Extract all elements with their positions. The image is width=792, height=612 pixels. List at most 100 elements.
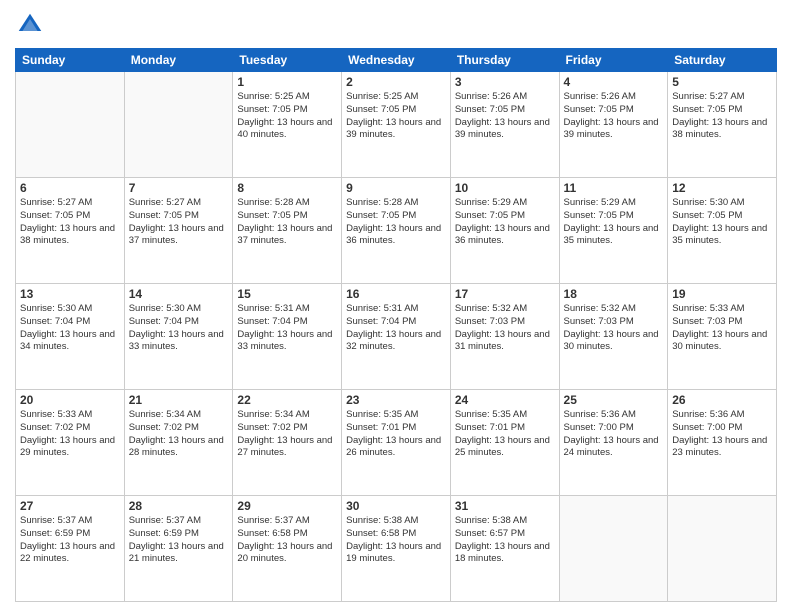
day-info: Sunrise: 5:36 AMSunset: 7:00 PMDaylight:…: [564, 409, 664, 460]
day-info: Sunrise: 5:34 AMSunset: 7:02 PMDaylight:…: [237, 409, 337, 460]
day-number: 28: [129, 499, 229, 513]
day-number: 8: [237, 181, 337, 195]
calendar-cell: [16, 72, 125, 178]
day-info: Sunrise: 5:27 AMSunset: 7:05 PMDaylight:…: [20, 197, 120, 248]
day-number: 30: [346, 499, 446, 513]
day-info: Sunrise: 5:26 AMSunset: 7:05 PMDaylight:…: [455, 91, 555, 142]
calendar-cell: 8 Sunrise: 5:28 AMSunset: 7:05 PMDaylight…: [233, 178, 342, 284]
calendar-week-3: 13 Sunrise: 5:30 AMSunset: 7:04 PMDayligh…: [16, 284, 777, 390]
calendar-cell: 26 Sunrise: 5:36 AMSunset: 7:00 PMDayligh…: [668, 390, 777, 496]
calendar-cell: 1 Sunrise: 5:25 AMSunset: 7:05 PMDaylight…: [233, 72, 342, 178]
calendar-header-wednesday: Wednesday: [342, 49, 451, 72]
day-info: Sunrise: 5:32 AMSunset: 7:03 PMDaylight:…: [455, 303, 555, 354]
calendar-cell: 25Sunrise: 5:36 AMSunset: 7:00 PMDayligh…: [559, 390, 668, 496]
day-number: 1: [237, 75, 337, 89]
day-number: 24: [455, 393, 555, 407]
day-number: 2: [346, 75, 446, 89]
day-number: 12: [672, 181, 772, 195]
calendar-week-5: 27 Sunrise: 5:37 AMSunset: 6:59 PMDayligh…: [16, 496, 777, 602]
calendar-cell: [559, 496, 668, 602]
calendar-cell: 27 Sunrise: 5:37 AMSunset: 6:59 PMDayligh…: [16, 496, 125, 602]
day-number: 22: [237, 393, 337, 407]
calendar-cell: 3 Sunrise: 5:26 AMSunset: 7:05 PMDaylight…: [450, 72, 559, 178]
calendar-cell: 7 Sunrise: 5:27 AMSunset: 7:05 PMDaylight…: [124, 178, 233, 284]
calendar-cell: 4 Sunrise: 5:26 AMSunset: 7:05 PMDaylight…: [559, 72, 668, 178]
day-info: Sunrise: 5:28 AMSunset: 7:05 PMDaylight:…: [346, 197, 446, 248]
calendar-cell: 22 Sunrise: 5:34 AMSunset: 7:02 PMDayligh…: [233, 390, 342, 496]
day-number: 18: [564, 287, 664, 301]
day-number: 4: [564, 75, 664, 89]
day-number: 7: [129, 181, 229, 195]
day-info: Sunrise: 5:32 AMSunset: 7:03 PMDaylight:…: [564, 303, 664, 354]
calendar-cell: 30 Sunrise: 5:38 AMSunset: 6:58 PMDayligh…: [342, 496, 451, 602]
calendar-header-sunday: Sunday: [16, 49, 125, 72]
day-info: Sunrise: 5:27 AMSunset: 7:05 PMDaylight:…: [672, 91, 772, 142]
day-number: 9: [346, 181, 446, 195]
calendar-cell: 13Sunrise: 5:30 AMSunset: 7:04 PMDayligh…: [16, 284, 125, 390]
calendar-cell: 10 Sunrise: 5:29 AMSunset: 7:05 PMDayligh…: [450, 178, 559, 284]
day-number: 10: [455, 181, 555, 195]
calendar-cell: 20 Sunrise: 5:33 AMSunset: 7:02 PMDayligh…: [16, 390, 125, 496]
calendar-cell: 21 Sunrise: 5:34 AMSunset: 7:02 PMDayligh…: [124, 390, 233, 496]
day-number: 21: [129, 393, 229, 407]
day-number: 31: [455, 499, 555, 513]
day-info: Sunrise: 5:29 AMSunset: 7:05 PMDaylight:…: [455, 197, 555, 248]
page: SundayMondayTuesdayWednesdayThursdayFrid…: [0, 0, 792, 612]
day-number: 27: [20, 499, 120, 513]
day-info: Sunrise: 5:37 AMSunset: 6:58 PMDaylight:…: [237, 515, 337, 566]
calendar-cell: 29Sunrise: 5:37 AMSunset: 6:58 PMDayligh…: [233, 496, 342, 602]
calendar-cell: 24Sunrise: 5:35 AMSunset: 7:01 PMDayligh…: [450, 390, 559, 496]
calendar-cell: 31 Sunrise: 5:38 AMSunset: 6:57 PMDayligh…: [450, 496, 559, 602]
calendar-week-1: 1 Sunrise: 5:25 AMSunset: 7:05 PMDaylight…: [16, 72, 777, 178]
day-info: Sunrise: 5:30 AMSunset: 7:05 PMDaylight:…: [672, 197, 772, 248]
day-info: Sunrise: 5:33 AMSunset: 7:02 PMDaylight:…: [20, 409, 120, 460]
calendar-week-4: 20 Sunrise: 5:33 AMSunset: 7:02 PMDayligh…: [16, 390, 777, 496]
calendar-cell: 19Sunrise: 5:33 AMSunset: 7:03 PMDayligh…: [668, 284, 777, 390]
day-info: Sunrise: 5:30 AMSunset: 7:04 PMDaylight:…: [129, 303, 229, 354]
day-info: Sunrise: 5:31 AMSunset: 7:04 PMDaylight:…: [237, 303, 337, 354]
calendar-header-monday: Monday: [124, 49, 233, 72]
calendar-header-thursday: Thursday: [450, 49, 559, 72]
day-number: 19: [672, 287, 772, 301]
calendar-header-tuesday: Tuesday: [233, 49, 342, 72]
day-info: Sunrise: 5:36 AMSunset: 7:00 PMDaylight:…: [672, 409, 772, 460]
calendar-cell: 9 Sunrise: 5:28 AMSunset: 7:05 PMDaylight…: [342, 178, 451, 284]
calendar-cell: 17Sunrise: 5:32 AMSunset: 7:03 PMDayligh…: [450, 284, 559, 390]
calendar: SundayMondayTuesdayWednesdayThursdayFrid…: [15, 48, 777, 602]
day-number: 11: [564, 181, 664, 195]
day-info: Sunrise: 5:28 AMSunset: 7:05 PMDaylight:…: [237, 197, 337, 248]
day-number: 26: [672, 393, 772, 407]
day-number: 3: [455, 75, 555, 89]
day-info: Sunrise: 5:34 AMSunset: 7:02 PMDaylight:…: [129, 409, 229, 460]
day-info: Sunrise: 5:25 AMSunset: 7:05 PMDaylight:…: [237, 91, 337, 142]
day-info: Sunrise: 5:27 AMSunset: 7:05 PMDaylight:…: [129, 197, 229, 248]
logo: [15, 10, 49, 40]
calendar-cell: 14 Sunrise: 5:30 AMSunset: 7:04 PMDayligh…: [124, 284, 233, 390]
day-number: 20: [20, 393, 120, 407]
day-info: Sunrise: 5:26 AMSunset: 7:05 PMDaylight:…: [564, 91, 664, 142]
calendar-header-friday: Friday: [559, 49, 668, 72]
calendar-cell: 2Sunrise: 5:25 AMSunset: 7:05 PMDaylight…: [342, 72, 451, 178]
day-info: Sunrise: 5:31 AMSunset: 7:04 PMDaylight:…: [346, 303, 446, 354]
day-info: Sunrise: 5:38 AMSunset: 6:58 PMDaylight:…: [346, 515, 446, 566]
calendar-cell: [668, 496, 777, 602]
day-number: 15: [237, 287, 337, 301]
day-number: 14: [129, 287, 229, 301]
calendar-header-row: SundayMondayTuesdayWednesdayThursdayFrid…: [16, 49, 777, 72]
day-info: Sunrise: 5:37 AMSunset: 6:59 PMDaylight:…: [129, 515, 229, 566]
day-info: Sunrise: 5:35 AMSunset: 7:01 PMDaylight:…: [346, 409, 446, 460]
calendar-cell: 23Sunrise: 5:35 AMSunset: 7:01 PMDayligh…: [342, 390, 451, 496]
calendar-cell: [124, 72, 233, 178]
day-info: Sunrise: 5:29 AMSunset: 7:05 PMDaylight:…: [564, 197, 664, 248]
calendar-cell: 18 Sunrise: 5:32 AMSunset: 7:03 PMDayligh…: [559, 284, 668, 390]
calendar-header-saturday: Saturday: [668, 49, 777, 72]
logo-icon: [15, 10, 45, 40]
day-number: 13: [20, 287, 120, 301]
calendar-cell: 15 Sunrise: 5:31 AMSunset: 7:04 PMDayligh…: [233, 284, 342, 390]
calendar-cell: 12 Sunrise: 5:30 AMSunset: 7:05 PMDayligh…: [668, 178, 777, 284]
day-number: 16: [346, 287, 446, 301]
day-number: 6: [20, 181, 120, 195]
calendar-cell: 6 Sunrise: 5:27 AMSunset: 7:05 PMDaylight…: [16, 178, 125, 284]
day-info: Sunrise: 5:38 AMSunset: 6:57 PMDaylight:…: [455, 515, 555, 566]
day-info: Sunrise: 5:37 AMSunset: 6:59 PMDaylight:…: [20, 515, 120, 566]
